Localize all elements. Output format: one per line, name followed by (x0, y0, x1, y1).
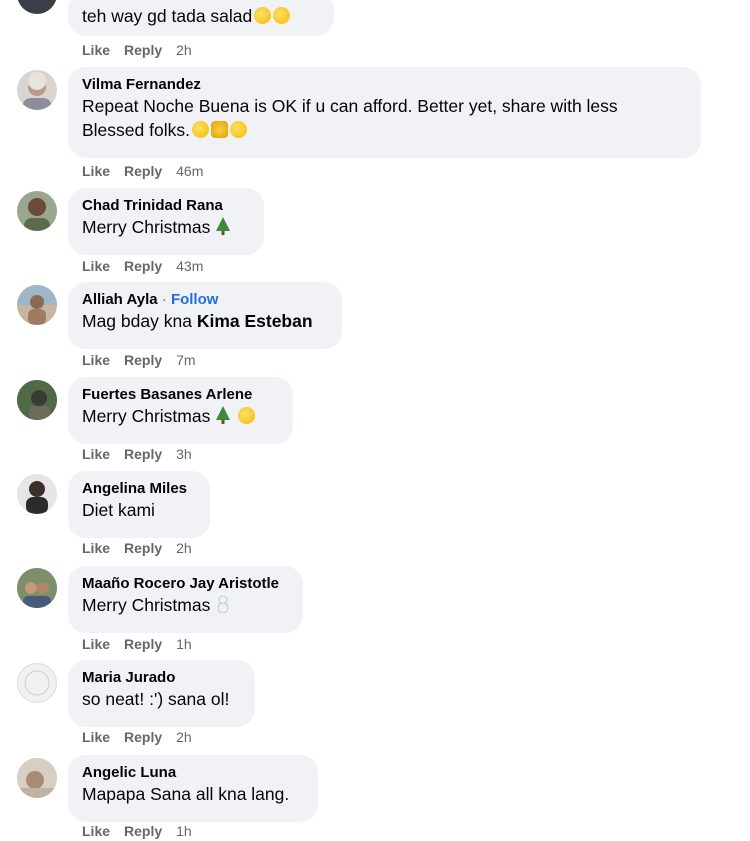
reply-button[interactable]: Reply (124, 540, 162, 556)
author-name[interactable]: Maaño Rocero Jay Aristotle (82, 574, 289, 593)
grin-emoji-icon (238, 407, 256, 424)
avatar[interactable] (17, 380, 57, 420)
author-name[interactable]: Chad Trinidad Rana (82, 196, 250, 215)
thumbs-up-emoji-icon (210, 121, 228, 138)
comment-text: Merry Christmas (82, 217, 211, 237)
separator-dot: · (161, 291, 167, 308)
reply-button[interactable]: Reply (124, 163, 162, 179)
reply-button[interactable]: Reply (124, 352, 162, 368)
like-button[interactable]: Like (82, 258, 110, 274)
like-button[interactable]: Like (82, 352, 110, 368)
avatar-image (24, 198, 50, 231)
avatar-image (26, 481, 48, 514)
comment-bubble: Fuertes Basanes Arlene Merry Christmas (68, 377, 293, 444)
avatar-image (24, 670, 50, 696)
comment-text: Merry Christmas (82, 406, 211, 426)
follow-button[interactable]: Follow (171, 291, 219, 308)
avatar[interactable] (17, 285, 57, 325)
avatar-image (23, 72, 51, 110)
avatar-image (17, 380, 57, 420)
like-button[interactable]: Like (82, 636, 110, 652)
timestamp[interactable]: 3h (176, 446, 192, 462)
comment-text: Merry Christmas (82, 595, 211, 615)
avatar[interactable] (17, 0, 57, 14)
comment-bubble: teh way gd tada salad (68, 0, 334, 36)
like-button[interactable]: Like (82, 42, 110, 58)
snowman-icon (217, 595, 229, 613)
comment-actions: Like Reply 43m (82, 258, 203, 275)
timestamp[interactable]: 2h (176, 540, 192, 556)
rofl-emoji-icon (273, 7, 291, 24)
comment-actions: Like Reply 1h (82, 636, 192, 653)
like-button[interactable]: Like (82, 163, 110, 179)
christmas-tree-icon (216, 217, 231, 235)
avatar[interactable] (17, 474, 57, 514)
comment-bubble: Angelic Luna Mapapa Sana all kna lang. (68, 755, 318, 822)
comment-actions: Like Reply 3h (82, 446, 192, 463)
comment-actions: Like Reply 2h (82, 42, 192, 59)
avatar[interactable] (17, 663, 57, 703)
comment-bubble: Alliah Ayla · Follow Mag bday kna Kima E… (68, 282, 342, 349)
avatar[interactable] (17, 70, 57, 110)
comment-text-line: Repeat Noche Buena is OK if u can afford… (82, 96, 618, 116)
rofl-emoji-icon (254, 7, 272, 24)
comment-text: teh way gd tada salad (82, 6, 253, 26)
author-name[interactable]: Vilma Fernandez (82, 75, 687, 94)
like-button[interactable]: Like (82, 540, 110, 556)
christmas-tree-icon (216, 406, 231, 424)
comment-text: Diet kami (82, 500, 155, 520)
comment-actions: Like Reply 2h (82, 540, 192, 557)
author-name[interactable]: Fuertes Basanes Arlene (82, 385, 279, 404)
comment-bubble: Maria Jurado so neat! :') sana ol! (68, 660, 255, 727)
author-name[interactable]: Angelic Luna (82, 763, 304, 782)
timestamp[interactable]: 2h (176, 42, 192, 58)
reply-button[interactable]: Reply (124, 636, 162, 652)
comment-actions: Like Reply 2h (82, 729, 192, 746)
comment-bubble: Chad Trinidad Rana Merry Christmas (68, 188, 264, 255)
reply-button[interactable]: Reply (124, 446, 162, 462)
comment-actions: Like Reply 1h (82, 823, 192, 840)
like-button[interactable]: Like (82, 446, 110, 462)
comment-bubble: Angelina Miles Diet kami (68, 471, 210, 538)
teary-emoji-icon (229, 121, 247, 138)
timestamp[interactable]: 2h (176, 729, 192, 745)
reply-button[interactable]: Reply (124, 258, 162, 274)
timestamp[interactable]: 7m (176, 352, 195, 368)
timestamp[interactable]: 1h (176, 823, 192, 839)
like-button[interactable]: Like (82, 729, 110, 745)
comment-bubble: Maaño Rocero Jay Aristotle Merry Christm… (68, 566, 303, 633)
avatar[interactable] (17, 568, 57, 608)
timestamp[interactable]: 46m (176, 163, 203, 179)
author-name[interactable]: Maria Jurado (82, 668, 241, 687)
comment-actions: Like Reply 46m (82, 163, 203, 180)
avatar[interactable] (17, 758, 57, 798)
reply-button[interactable]: Reply (124, 823, 162, 839)
timestamp[interactable]: 1h (176, 636, 192, 652)
avatar-image (17, 568, 57, 608)
comment-text-line: Blessed folks. (82, 120, 190, 140)
author-name[interactable]: Alliah Ayla (82, 291, 158, 308)
timestamp[interactable]: 43m (176, 258, 203, 274)
avatar-image (17, 285, 57, 325)
comment-text: Mapapa Sana all kna lang. (82, 784, 290, 804)
comment-text: so neat! :') sana ol! (82, 689, 230, 709)
author-name[interactable]: Angelina Miles (82, 479, 196, 498)
reply-button[interactable]: Reply (124, 42, 162, 58)
comment-bubble: Vilma Fernandez Repeat Noche Buena is OK… (68, 67, 701, 158)
avatar-image (17, 758, 57, 798)
smile-emoji-icon (191, 121, 209, 138)
like-button[interactable]: Like (82, 823, 110, 839)
comment-actions: Like Reply 7m (82, 352, 196, 369)
comment-text: Mag bday kna (82, 311, 192, 331)
reply-button[interactable]: Reply (124, 729, 162, 745)
avatar[interactable] (17, 191, 57, 231)
mention-link[interactable]: Kima Esteban (197, 311, 313, 331)
